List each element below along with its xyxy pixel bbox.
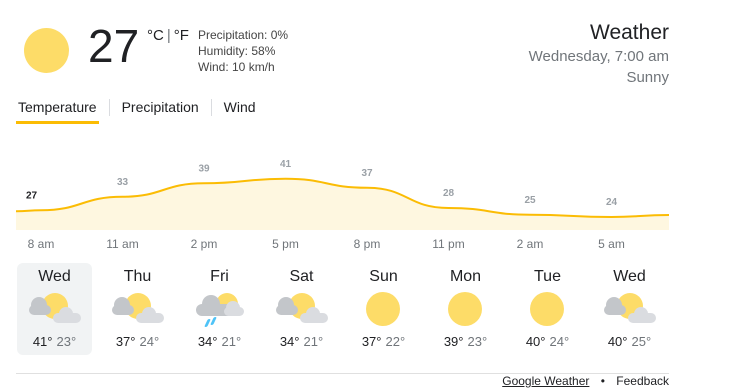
high-temp: 34°	[279, 334, 300, 349]
fahrenheit-toggle[interactable]: °F	[174, 27, 189, 44]
sunny-icon	[442, 291, 490, 331]
chart-value-label: 24	[606, 197, 618, 208]
partly-cloudy-icon	[275, 291, 328, 331]
google-weather-link[interactable]: Google Weather	[502, 374, 589, 388]
forecast-day-6[interactable]: Mon 39° 23°	[428, 263, 503, 355]
forecast-day-7[interactable]: Tue 40° 24°	[510, 263, 585, 355]
low-temp: 23°	[56, 334, 77, 349]
low-temp: 23°	[467, 334, 488, 349]
temperature-chart[interactable]: 27 33 39 41 37 28 25 24	[16, 140, 669, 230]
chart-value-label: 33	[117, 177, 129, 188]
chart-value-label: 27	[26, 190, 38, 201]
partly-cloudy-icon	[28, 291, 81, 331]
day-name: Fri	[210, 268, 229, 285]
footer: Google Weather • Feedback	[16, 373, 669, 388]
low-temp: 25°	[631, 334, 652, 349]
high-temp: 34°	[197, 334, 218, 349]
day-name: Sat	[289, 268, 314, 285]
chart-value-label: 39	[198, 163, 210, 174]
partly-cloudy-icon	[603, 291, 656, 331]
forecast-day-4[interactable]: Sat 34° 21°	[264, 263, 339, 355]
high-temp: 40°	[607, 334, 628, 349]
tab-precipitation[interactable]: Precipitation	[120, 99, 201, 124]
tab-temperature[interactable]: Temperature	[16, 99, 99, 124]
unit-separator: |	[166, 27, 171, 44]
datetime: Wednesday, 7:00 am	[528, 48, 669, 65]
low-temp: 21°	[303, 334, 324, 349]
hour-label: 5 am	[598, 237, 625, 251]
weather-title: Weather	[590, 21, 669, 44]
humidity-text: Humidity: 58%	[198, 44, 276, 58]
unit-toggle: °C | °F	[147, 27, 189, 44]
weather-header: Weather Wednesday, 7:00 am Sunny	[529, 20, 669, 88]
tab-wind[interactable]: Wind	[222, 99, 258, 124]
hour-label: 11 pm	[432, 237, 465, 251]
day-name: Tue	[534, 268, 561, 285]
hour-label: 8 am	[27, 237, 55, 251]
high-temp: 39°	[443, 334, 464, 349]
current-temperature: 27	[88, 20, 140, 72]
high-temp: 37°	[361, 334, 382, 349]
current-details: Precipitation: 0% Humidity: 58% Wind: 10…	[198, 27, 288, 75]
tab-divider	[108, 99, 110, 116]
high-temp: 37°	[115, 334, 136, 349]
forecast-day-8[interactable]: Wed 40° 25°	[592, 263, 667, 355]
day-name: Wed	[38, 268, 71, 285]
tab-bar: Temperature Precipitation Wind	[16, 99, 258, 124]
low-temp: 24°	[139, 334, 160, 349]
low-temp: 24°	[549, 334, 570, 349]
forecast-day-5[interactable]: Sun 37° 22°	[346, 263, 421, 355]
day-name: Mon	[449, 268, 482, 285]
sunny-icon	[524, 291, 572, 331]
day-name: Wed	[613, 268, 646, 285]
day-name: Thu	[123, 268, 152, 285]
rain-cloud-icon	[195, 291, 244, 331]
celsius-toggle[interactable]: °C	[147, 27, 164, 44]
tab-divider	[210, 99, 212, 116]
forecast-day-3[interactable]: Fri 34° 21°	[182, 263, 257, 355]
high-temp: 41°	[32, 334, 53, 349]
hour-label: 5 pm	[272, 237, 299, 251]
hour-label: 8 pm	[353, 237, 381, 251]
chart-value-label: 25	[524, 195, 536, 206]
sunny-icon	[360, 291, 408, 331]
footer-separator: •	[600, 374, 605, 388]
hour-label: 2 pm	[190, 237, 218, 251]
high-temp: 40°	[525, 334, 546, 349]
low-temp: 21°	[221, 334, 242, 349]
sunny-icon	[24, 28, 69, 73]
hour-label: 2 am	[516, 237, 544, 251]
precipitation-text: Precipitation: 0%	[198, 28, 289, 42]
feedback-link[interactable]: Feedback	[616, 374, 669, 388]
condition: Sunny	[626, 69, 669, 86]
forecast-day-1[interactable]: Wed 41° 23°	[17, 263, 92, 355]
chart-value-label: 28	[443, 188, 455, 199]
wind-text: Wind: 10 km/h	[198, 60, 275, 74]
partly-cloudy-icon	[111, 291, 164, 331]
chart-value-label: 41	[280, 159, 292, 170]
forecast-day-2[interactable]: Thu 37° 24°	[100, 263, 175, 355]
low-temp: 22°	[385, 334, 406, 349]
chart-value-label: 37	[361, 168, 373, 179]
hour-label: 11 am	[106, 237, 139, 251]
day-name: Sun	[369, 268, 398, 285]
